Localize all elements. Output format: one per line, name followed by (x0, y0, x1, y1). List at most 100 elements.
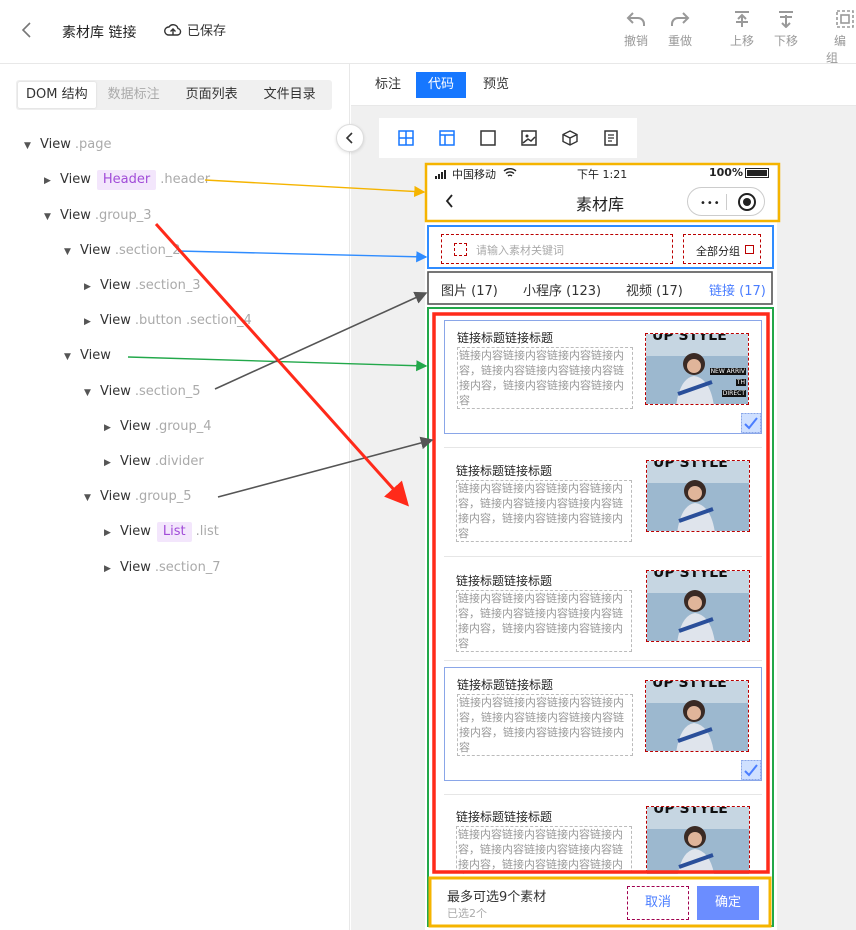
tab-links[interactable]: 链接 (17) (709, 280, 766, 299)
battery-icon (745, 168, 769, 178)
tab-data-annotation[interactable]: 数据标注 (100, 82, 168, 108)
tab-code[interactable]: 代码 (416, 72, 467, 98)
tab-images[interactable]: 图片 (17) (441, 280, 498, 299)
group-filter-button[interactable]: 全部分组 (683, 234, 761, 264)
caret-right-icon[interactable]: ▶ (104, 453, 114, 473)
search-placeholder: 请输入素材关键词 (476, 244, 564, 257)
collapse-panel-button[interactable] (336, 124, 364, 152)
caret-right-icon[interactable]: ▶ (84, 312, 94, 332)
thumbnail-text: UP STYLE (652, 333, 727, 344)
nav-title: 素材库 (576, 195, 625, 214)
capsule-menu[interactable]: ••• (687, 187, 765, 216)
dropdown-icon (745, 245, 754, 254)
save-status[interactable]: 已保存 (164, 20, 226, 39)
caret-down-icon[interactable]: ▼ (44, 207, 54, 227)
confirm-button[interactable]: 确定 (697, 886, 759, 920)
tab-page-list[interactable]: 页面列表 (178, 82, 246, 108)
tree-node-list[interactable]: ▶ View List .list (104, 522, 219, 542)
list-item[interactable]: 链接标题链接标题 链接内容链接内容链接内容链接内容，链接内容链接内容链接内容链接… (444, 564, 762, 668)
caret-right-icon[interactable]: ▶ (44, 171, 54, 191)
card-description: 链接内容链接内容链接内容链接内容，链接内容链接内容链接内容链接内容，链接内容链接… (457, 694, 633, 756)
caret-down-icon[interactable]: ▼ (84, 383, 94, 403)
tree-node-header[interactable]: ▶ View Header .header (44, 170, 210, 190)
undo-label: 撤销 (623, 34, 648, 48)
tree-node-view[interactable]: ▼ View (64, 346, 111, 366)
clock-label: 下午 1:21 (577, 168, 628, 181)
list-item[interactable]: 链接标题链接标题 链接内容链接内容链接内容链接内容，链接内容链接内容链接内容链接… (444, 320, 762, 434)
caret-down-icon[interactable]: ▼ (64, 242, 74, 262)
left-tabs: DOM 结构 数据标注 页面列表 文件目录 (16, 80, 332, 110)
search-input[interactable]: 请输入素材关键词 (441, 234, 673, 264)
divider (444, 794, 762, 795)
tab-annotation[interactable]: 标注 (363, 72, 413, 98)
tree-node-divider[interactable]: ▶ View .divider (104, 452, 204, 472)
tree-node-section-7[interactable]: ▶ View .section_7 (104, 558, 221, 578)
tab-preview[interactable]: 预览 (471, 72, 521, 98)
move-up-label: 上移 (729, 34, 754, 48)
saved-label: 已保存 (187, 24, 227, 39)
card-thumbnail: UP STYLE (646, 460, 750, 532)
nav-bar: 素材库 ••• (425, 182, 777, 220)
selection-limit: 最多可选9个素材 (447, 890, 547, 905)
move-up-button[interactable]: 上移 (722, 10, 762, 49)
crosshair-icon[interactable] (397, 129, 415, 147)
list-item[interactable]: 链接标题链接标题 链接内容链接内容链接内容链接内容，链接内容链接内容链接内容链接… (444, 800, 762, 874)
caret-right-icon[interactable]: ▶ (104, 559, 114, 579)
cancel-button[interactable]: 取消 (627, 886, 689, 920)
card-description: 链接内容链接内容链接内容链接内容，链接内容链接内容链接内容链接内容，链接内容链接… (456, 480, 632, 542)
move-down-icon (779, 11, 793, 28)
group-label: 编组 (826, 34, 847, 65)
tree-node-page[interactable]: ▼ View .page (24, 135, 111, 155)
selection-count: 已选2个 (447, 907, 487, 920)
search-row: 请输入素材关键词 全部分组 (425, 228, 777, 268)
caret-right-icon[interactable]: ▶ (104, 523, 114, 543)
tab-videos[interactable]: 视频 (17) (626, 280, 683, 299)
chevron-left-icon (345, 132, 353, 144)
list-item[interactable]: 链接标题链接标题 链接内容链接内容链接内容链接内容，链接内容链接内容链接内容链接… (444, 667, 762, 781)
list-item[interactable]: 链接标题链接标题 链接内容链接内容链接内容链接内容，链接内容链接内容链接内容链接… (444, 454, 762, 558)
rectangle-icon[interactable] (479, 129, 497, 147)
cube-icon[interactable] (561, 129, 579, 147)
more-dots-icon[interactable]: ••• (700, 198, 721, 209)
battery-label: 100% (709, 166, 743, 179)
caret-down-icon[interactable]: ▼ (64, 347, 74, 367)
tab-mini-programs[interactable]: 小程序 (123) (523, 280, 601, 299)
move-down-button[interactable]: 下移 (766, 10, 806, 49)
card-thumbnail: UP STYLE NEW ARRIV TH DIRECT (645, 333, 749, 405)
caret-right-icon[interactable]: ▶ (104, 418, 114, 438)
close-target-icon[interactable] (738, 193, 756, 211)
divider (444, 447, 762, 448)
tree-node-group-4[interactable]: ▶ View .group_4 (104, 417, 212, 437)
component-tag: Header (96, 170, 157, 190)
tab-file-directory[interactable]: 文件目录 (256, 82, 324, 108)
caret-right-icon[interactable]: ▶ (84, 277, 94, 297)
tab-dom-structure[interactable]: DOM 结构 (18, 82, 96, 108)
view-tabs: 标注 代码 预览 (351, 64, 856, 106)
image-icon[interactable] (520, 129, 538, 147)
tree-node-section-3[interactable]: ▶ View .section_3 (84, 276, 201, 296)
tree-node-group-3[interactable]: ▼ View .group_3 (44, 206, 152, 226)
caret-down-icon[interactable]: ▼ (84, 488, 94, 508)
tree-node-section-5[interactable]: ▼ View .section_5 (84, 382, 201, 402)
redo-label: 重做 (667, 34, 692, 48)
move-up-icon (735, 11, 749, 27)
text-block-icon[interactable] (602, 129, 620, 147)
selection-footer: 最多可选9个素材 已选2个 取消 确定 (425, 876, 777, 928)
move-down-label: 下移 (773, 34, 798, 48)
tree-node-section-2[interactable]: ▼ View .section_2 (64, 241, 181, 261)
group-button[interactable]: 编组 (826, 10, 856, 66)
card-title: 链接标题链接标题 (456, 464, 553, 478)
group-filter-label: 全部分组 (696, 245, 740, 258)
redo-button[interactable]: 重做 (660, 10, 700, 49)
nav-back-icon[interactable] (445, 194, 455, 212)
back-icon[interactable] (20, 20, 42, 42)
caret-down-icon[interactable]: ▼ (24, 136, 34, 156)
undo-button[interactable]: 撤销 (616, 10, 656, 49)
tree-node-group-5[interactable]: ▼ View .group_5 (84, 487, 192, 507)
thumbnail-text: UP STYLE (652, 680, 727, 691)
layout-icon[interactable] (438, 129, 456, 147)
tree-node-section-4[interactable]: ▶ View .button .section_4 (84, 311, 252, 331)
thumbnail-subtext: NEW ARRIV (709, 368, 746, 375)
selected-check-icon (741, 760, 761, 780)
phone-preview: 中国移动 下午 1:21 100% 素材库 ••• 请输入素材关键词 全部分组 (425, 164, 777, 930)
